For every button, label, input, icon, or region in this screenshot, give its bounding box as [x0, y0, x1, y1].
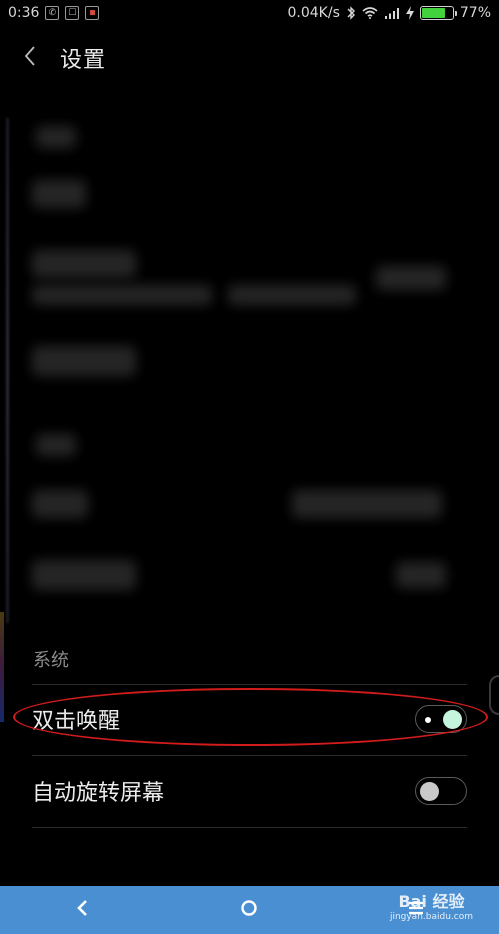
blurred-item [396, 562, 446, 588]
wifi-icon [362, 7, 378, 19]
toggle-knob [443, 710, 462, 729]
title-bar: 设置 [0, 26, 499, 90]
divider [32, 827, 467, 828]
blurred-header [36, 126, 76, 148]
status-time: 0:36 [8, 5, 40, 21]
watermark: Bai 经验 jingyan.baidu.com [390, 888, 473, 922]
blurred-item [32, 180, 86, 208]
status-bar-left: 0:36 ✆ ☐ ◾ [8, 5, 100, 21]
toggle-knob [420, 782, 439, 801]
blurred-item [376, 266, 446, 290]
blurred-item [228, 285, 356, 305]
blurred-settings-list [6, 118, 481, 623]
edge-decoration [0, 612, 4, 722]
blurred-item [32, 285, 212, 305]
status-bar: 0:36 ✆ ☐ ◾ 0.04K/s 77% [0, 0, 499, 26]
toggle-on-indicator [425, 717, 431, 723]
setting-double-tap-wake[interactable]: 双击唤醒 [32, 684, 467, 754]
bluetooth-icon [346, 6, 356, 20]
battery-percent: 77% [459, 5, 491, 21]
charging-icon [405, 6, 414, 20]
watermark-main: Bai 经验 [398, 892, 465, 911]
edge-handle [489, 675, 499, 715]
notification-icon: ☐ [65, 6, 80, 20]
notification-icon: ✆ [45, 6, 60, 20]
setting-auto-rotate[interactable]: 自动旋转屏幕 [32, 756, 467, 826]
notification-icon: ◾ [85, 6, 100, 20]
blurred-item [32, 490, 88, 518]
section-header-system: 系统 [33, 650, 69, 671]
blurred-header [36, 434, 76, 456]
blurred-item [32, 250, 136, 278]
nav-home-button[interactable] [219, 886, 279, 934]
blurred-item [32, 346, 136, 376]
battery-icon [419, 6, 457, 20]
nav-back-button[interactable] [53, 886, 113, 934]
auto-rotate-toggle[interactable] [415, 777, 467, 805]
double-tap-wake-toggle[interactable] [415, 705, 467, 733]
page-title: 设置 [60, 48, 107, 73]
signal-icon [384, 7, 400, 19]
status-bar-right: 0.04K/s 77% [288, 5, 492, 21]
setting-label: 自动旋转屏幕 [32, 781, 165, 806]
setting-label: 双击唤醒 [32, 709, 121, 734]
chevron-left-icon [23, 45, 37, 71]
back-icon [76, 899, 90, 921]
blurred-item [32, 560, 136, 590]
back-button[interactable] [0, 26, 60, 90]
home-icon [240, 899, 258, 921]
blurred-item [292, 490, 442, 518]
watermark-sub: jingyan.baidu.com [389, 912, 473, 922]
network-speed: 0.04K/s [287, 5, 340, 21]
